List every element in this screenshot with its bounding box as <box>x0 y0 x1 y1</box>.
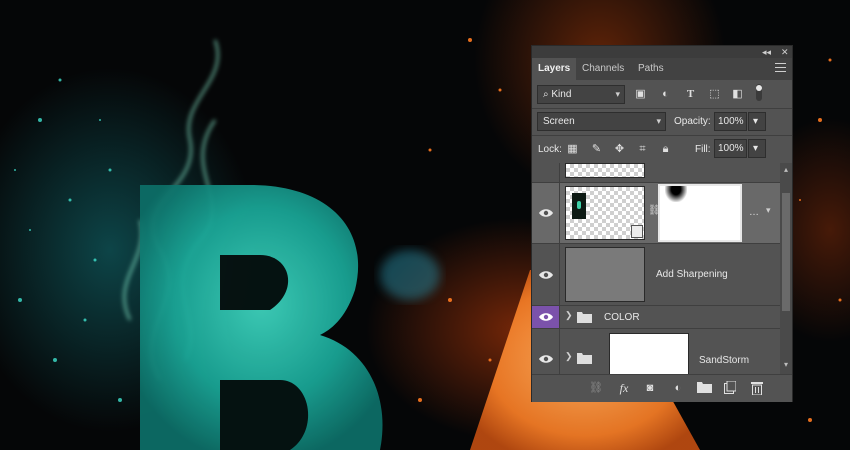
smart-object-badge-icon <box>631 225 643 238</box>
visibility-column[interactable] <box>532 163 560 182</box>
layer-thumbnail[interactable] <box>565 247 645 302</box>
panel-tabs: Layers Channels Paths <box>532 58 792 80</box>
visibility-column[interactable] <box>532 244 560 305</box>
group-name-color: COLOR <box>604 312 640 323</box>
eye-icon[interactable] <box>538 208 554 218</box>
lock-transparent-icon[interactable]: ▦ <box>565 142 580 157</box>
layer-mask-thumbnail[interactable] <box>658 184 742 242</box>
visibility-column[interactable] <box>532 329 560 374</box>
scrollbar-thumb[interactable] <box>782 193 790 311</box>
layers-panel: ◂◂ ✕ Layers Channels Paths ⌕ Kind ▾ ▣ ◐ … <box>531 45 793 402</box>
lock-all-icon[interactable]: 🔒︎ <box>658 142 673 157</box>
fill-label: Fill: <box>695 144 711 155</box>
folder-icon <box>577 312 592 323</box>
opacity-field[interactable]: 100% <box>714 112 747 131</box>
chevron-down-icon: ▾ <box>656 116 661 126</box>
chevron-down-icon: ▾ <box>753 143 759 154</box>
opacity-dropdown[interactable]: ▾ <box>748 112 766 131</box>
lock-label: Lock: <box>538 144 562 155</box>
lock-brush-icon[interactable]: ✎ <box>589 142 604 157</box>
link-icon[interactable]: ⛓︎ <box>648 205 661 219</box>
new-group-icon[interactable] <box>696 381 712 396</box>
panel-menu-icon[interactable] <box>775 63 786 74</box>
chevron-right-icon[interactable]: ❯ <box>565 310 573 321</box>
shape-filter-icon[interactable]: ⬚ <box>707 87 722 102</box>
blend-row: Screen ▾ Opacity: 100% ▾ <box>532 109 792 135</box>
chevron-down-icon[interactable]: ▾ <box>766 205 771 216</box>
scroll-down-icon[interactable]: ▾ <box>780 360 792 369</box>
smart-object-filter-icon[interactable]: ◧ <box>730 87 745 102</box>
group-row-color[interactable]: ❯ COLOR <box>532 306 780 329</box>
eye-icon[interactable] <box>538 354 554 364</box>
visibility-column[interactable] <box>532 306 560 328</box>
group-mask-thumbnail[interactable] <box>609 333 689 374</box>
scroll-up-icon[interactable]: ▴ <box>780 165 792 174</box>
lock-position-icon[interactable]: ✥ <box>612 142 627 157</box>
artboard-icon[interactable]: ⌗ <box>635 142 650 157</box>
fill-dropdown[interactable]: ▾ <box>748 139 766 158</box>
fill-field[interactable]: 100% <box>714 139 747 158</box>
eye-icon[interactable] <box>538 312 554 322</box>
layer-thumbnail[interactable] <box>565 186 645 240</box>
layer-row[interactable]: Add Sharpening <box>532 244 780 306</box>
type-filter-icon[interactable]: T <box>683 87 698 102</box>
search-icon: ⌕ <box>543 89 549 100</box>
tab-channels[interactable]: Channels <box>576 58 630 80</box>
adjustment-filter-icon[interactable]: ◐ <box>658 87 673 102</box>
layers-scrollbar[interactable]: ▴ ▾ <box>780 163 792 374</box>
panel-titlebar[interactable]: ◂◂ ✕ <box>532 46 792 58</box>
new-layer-icon[interactable] <box>722 380 738 396</box>
panel-bottom-toolbar: ⛓︎ fx ◙ ◐ <box>532 374 792 402</box>
tab-layers[interactable]: Layers <box>532 58 577 80</box>
collapse-icon[interactable]: ◂◂ <box>762 46 771 58</box>
pixel-filter-icon[interactable]: ▣ <box>633 87 648 102</box>
layer-name-add-sharpening: Add Sharpening <box>656 269 728 280</box>
filter-kind-label: Kind <box>551 89 572 100</box>
group-row-sandstorm[interactable]: ❯ SandStorm <box>532 329 780 374</box>
add-mask-icon[interactable]: ◙ <box>642 381 658 396</box>
lock-row: Lock: ▦ ✎ ✥ ⌗ 🔒︎ Fill: 100% ▾ <box>532 136 792 163</box>
filter-kind-select[interactable]: ⌕ Kind ▾ <box>537 85 625 104</box>
adjustment-layer-icon[interactable]: ◐ <box>670 381 686 396</box>
layer-list: ⛓︎ … ▾ Add Sharpening ❯ COLOR ❯ SandStor… <box>532 163 780 374</box>
group-name-sandstorm: SandStorm <box>699 355 750 366</box>
chevron-down-icon: ▾ <box>615 89 620 99</box>
chevron-down-icon: ▾ <box>753 116 759 127</box>
teal-particles <box>14 78 122 402</box>
close-icon[interactable]: ✕ <box>781 46 789 58</box>
layer-row[interactable] <box>532 163 780 183</box>
mask-shape <box>665 186 687 202</box>
smoke-thumbnail <box>572 193 586 219</box>
letter-b <box>140 185 383 450</box>
fx-icon[interactable]: fx <box>616 381 632 396</box>
tab-paths[interactable]: Paths <box>632 58 670 80</box>
filter-row: ⌕ Kind ▾ ▣ ◐ T ⬚ ◧ <box>532 80 792 108</box>
layer-row-selected[interactable]: ⛓︎ … ▾ <box>532 183 780 244</box>
blend-mode-select[interactable]: Screen ▾ <box>537 112 666 131</box>
trash-icon[interactable] <box>749 381 765 396</box>
visibility-column[interactable] <box>532 183 560 243</box>
chevron-right-icon[interactable]: ❯ <box>565 351 573 362</box>
filter-toggle-icon[interactable] <box>754 84 764 101</box>
opacity-label: Opacity: <box>674 116 711 127</box>
more-options-icon[interactable]: … <box>749 207 759 218</box>
blend-mode-value: Screen <box>543 116 575 127</box>
link-layers-icon[interactable]: ⛓︎ <box>588 381 604 396</box>
folder-icon <box>577 353 592 364</box>
eye-icon[interactable] <box>538 270 554 280</box>
layer-thumbnail <box>565 163 645 178</box>
